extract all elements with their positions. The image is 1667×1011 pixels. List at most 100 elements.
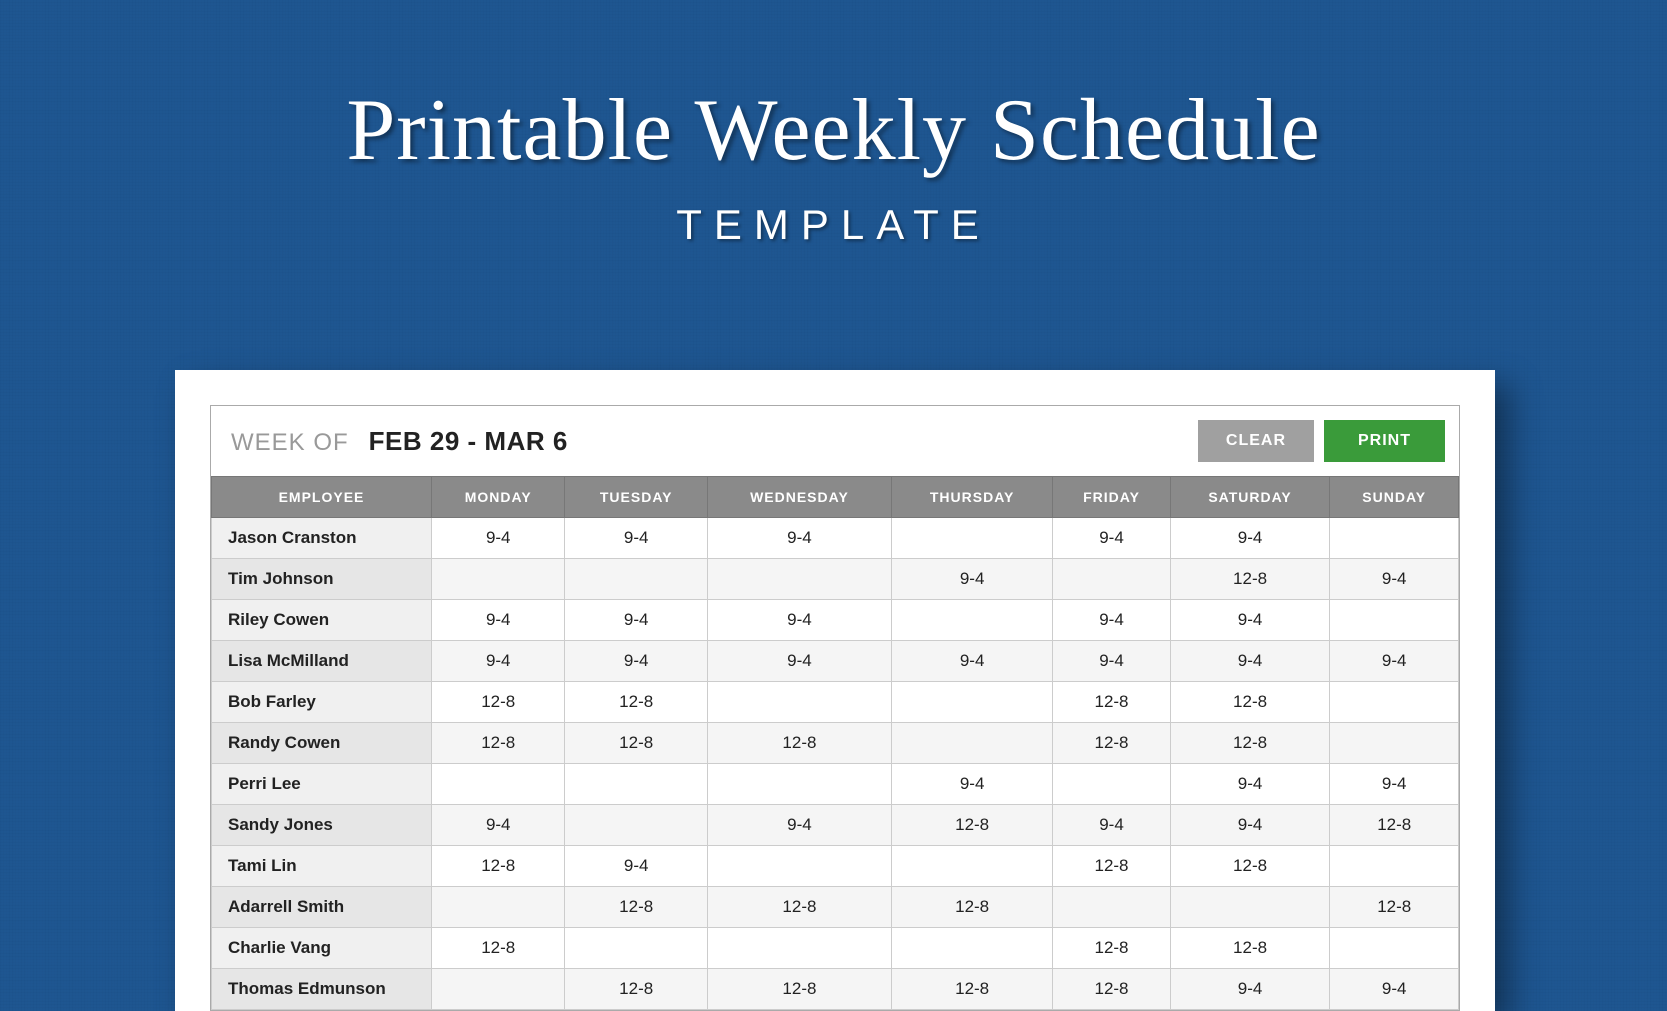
schedule-cell[interactable]: 12-8 xyxy=(1330,887,1459,928)
schedule-cell[interactable] xyxy=(432,764,565,805)
schedule-cell[interactable]: 12-8 xyxy=(707,887,891,928)
schedule-cell[interactable]: 9-4 xyxy=(1170,600,1330,641)
employee-name-cell[interactable]: Bob Farley xyxy=(212,682,432,723)
schedule-cell[interactable]: 12-8 xyxy=(1053,682,1170,723)
schedule-cell[interactable]: 12-8 xyxy=(432,723,565,764)
schedule-cell[interactable]: 12-8 xyxy=(891,887,1052,928)
schedule-cell[interactable]: 12-8 xyxy=(707,723,891,764)
employee-name-cell[interactable]: Adarrell Smith xyxy=(212,887,432,928)
schedule-cell[interactable]: 9-4 xyxy=(432,641,565,682)
page-subtitle: TEMPLATE xyxy=(0,201,1667,249)
schedule-cell[interactable]: 9-4 xyxy=(1170,969,1330,1010)
clear-button[interactable]: CLEAR xyxy=(1198,420,1314,462)
schedule-cell[interactable] xyxy=(432,559,565,600)
schedule-cell[interactable] xyxy=(1330,600,1459,641)
schedule-cell[interactable]: 12-8 xyxy=(1053,846,1170,887)
employee-name-cell[interactable]: Riley Cowen xyxy=(212,600,432,641)
schedule-cell[interactable]: 12-8 xyxy=(1053,723,1170,764)
schedule-cell[interactable] xyxy=(707,764,891,805)
employee-name-cell[interactable]: Randy Cowen xyxy=(212,723,432,764)
schedule-cell[interactable]: 9-4 xyxy=(432,518,565,559)
schedule-cell[interactable] xyxy=(1330,682,1459,723)
schedule-cell[interactable]: 12-8 xyxy=(1170,682,1330,723)
schedule-cell[interactable] xyxy=(891,518,1052,559)
schedule-cell[interactable]: 9-4 xyxy=(1053,600,1170,641)
schedule-cell[interactable]: 12-8 xyxy=(1330,805,1459,846)
schedule-cell[interactable]: 12-8 xyxy=(707,969,891,1010)
schedule-cell[interactable] xyxy=(1053,764,1170,805)
employee-name-cell[interactable]: Lisa McMilland xyxy=(212,641,432,682)
schedule-cell[interactable] xyxy=(432,887,565,928)
schedule-cell[interactable]: 9-4 xyxy=(565,641,707,682)
schedule-cell[interactable]: 9-4 xyxy=(565,518,707,559)
schedule-cell[interactable]: 9-4 xyxy=(432,805,565,846)
schedule-cell[interactable] xyxy=(1330,723,1459,764)
schedule-cell[interactable] xyxy=(565,764,707,805)
schedule-cell[interactable]: 12-8 xyxy=(432,846,565,887)
schedule-cell[interactable]: 9-4 xyxy=(707,518,891,559)
schedule-cell[interactable]: 9-4 xyxy=(1053,805,1170,846)
schedule-cell[interactable]: 9-4 xyxy=(1330,641,1459,682)
schedule-cell[interactable]: 12-8 xyxy=(1170,928,1330,969)
schedule-cell[interactable] xyxy=(707,846,891,887)
employee-name-cell[interactable]: Perri Lee xyxy=(212,764,432,805)
print-button[interactable]: PRINT xyxy=(1324,420,1445,462)
schedule-cell[interactable] xyxy=(707,682,891,723)
schedule-cell[interactable] xyxy=(432,969,565,1010)
schedule-cell[interactable]: 9-4 xyxy=(1170,764,1330,805)
schedule-cell[interactable]: 9-4 xyxy=(1330,764,1459,805)
schedule-cell[interactable] xyxy=(1330,928,1459,969)
schedule-cell[interactable]: 9-4 xyxy=(1170,805,1330,846)
schedule-cell[interactable]: 12-8 xyxy=(432,682,565,723)
schedule-cell[interactable] xyxy=(891,682,1052,723)
schedule-cell[interactable]: 12-8 xyxy=(1170,723,1330,764)
schedule-cell[interactable]: 9-4 xyxy=(432,600,565,641)
employee-name-cell[interactable]: Jason Cranston xyxy=(212,518,432,559)
schedule-cell[interactable] xyxy=(891,928,1052,969)
schedule-cell[interactable]: 12-8 xyxy=(1170,846,1330,887)
schedule-cell[interactable]: 9-4 xyxy=(1170,518,1330,559)
schedule-cell[interactable]: 9-4 xyxy=(1330,559,1459,600)
schedule-cell[interactable] xyxy=(1330,846,1459,887)
schedule-cell[interactable]: 9-4 xyxy=(707,600,891,641)
schedule-cell[interactable]: 12-8 xyxy=(891,969,1052,1010)
schedule-cell[interactable] xyxy=(565,559,707,600)
schedule-cell[interactable] xyxy=(707,928,891,969)
schedule-cell[interactable]: 9-4 xyxy=(565,600,707,641)
schedule-cell[interactable]: 9-4 xyxy=(707,641,891,682)
schedule-cell[interactable]: 9-4 xyxy=(891,764,1052,805)
schedule-cell[interactable] xyxy=(1170,887,1330,928)
schedule-cell[interactable]: 9-4 xyxy=(1330,969,1459,1010)
schedule-cell[interactable]: 12-8 xyxy=(565,723,707,764)
employee-name-cell[interactable]: Tim Johnson xyxy=(212,559,432,600)
employee-name-cell[interactable]: Charlie Vang xyxy=(212,928,432,969)
schedule-cell[interactable]: 12-8 xyxy=(432,928,565,969)
schedule-cell[interactable]: 9-4 xyxy=(1053,641,1170,682)
schedule-cell[interactable]: 12-8 xyxy=(1053,928,1170,969)
employee-name-cell[interactable]: Tami Lin xyxy=(212,846,432,887)
employee-name-cell[interactable]: Sandy Jones xyxy=(212,805,432,846)
schedule-cell[interactable]: 12-8 xyxy=(1170,559,1330,600)
schedule-cell[interactable]: 12-8 xyxy=(565,969,707,1010)
schedule-cell[interactable] xyxy=(565,928,707,969)
schedule-cell[interactable] xyxy=(891,846,1052,887)
schedule-cell[interactable] xyxy=(1053,559,1170,600)
schedule-cell[interactable]: 9-4 xyxy=(891,559,1052,600)
schedule-cell[interactable] xyxy=(891,600,1052,641)
schedule-cell[interactable] xyxy=(1053,887,1170,928)
schedule-cell[interactable]: 12-8 xyxy=(1053,969,1170,1010)
employee-name-cell[interactable]: Thomas Edmunson xyxy=(212,969,432,1010)
column-header: FRIDAY xyxy=(1053,477,1170,518)
schedule-cell[interactable]: 9-4 xyxy=(1170,641,1330,682)
schedule-cell[interactable]: 9-4 xyxy=(707,805,891,846)
schedule-cell[interactable] xyxy=(1330,518,1459,559)
schedule-cell[interactable]: 9-4 xyxy=(891,641,1052,682)
schedule-cell[interactable] xyxy=(565,805,707,846)
schedule-cell[interactable]: 12-8 xyxy=(891,805,1052,846)
schedule-cell[interactable]: 12-8 xyxy=(565,887,707,928)
schedule-cell[interactable] xyxy=(707,559,891,600)
schedule-cell[interactable]: 9-4 xyxy=(1053,518,1170,559)
schedule-cell[interactable]: 9-4 xyxy=(565,846,707,887)
schedule-cell[interactable]: 12-8 xyxy=(565,682,707,723)
schedule-cell[interactable] xyxy=(891,723,1052,764)
